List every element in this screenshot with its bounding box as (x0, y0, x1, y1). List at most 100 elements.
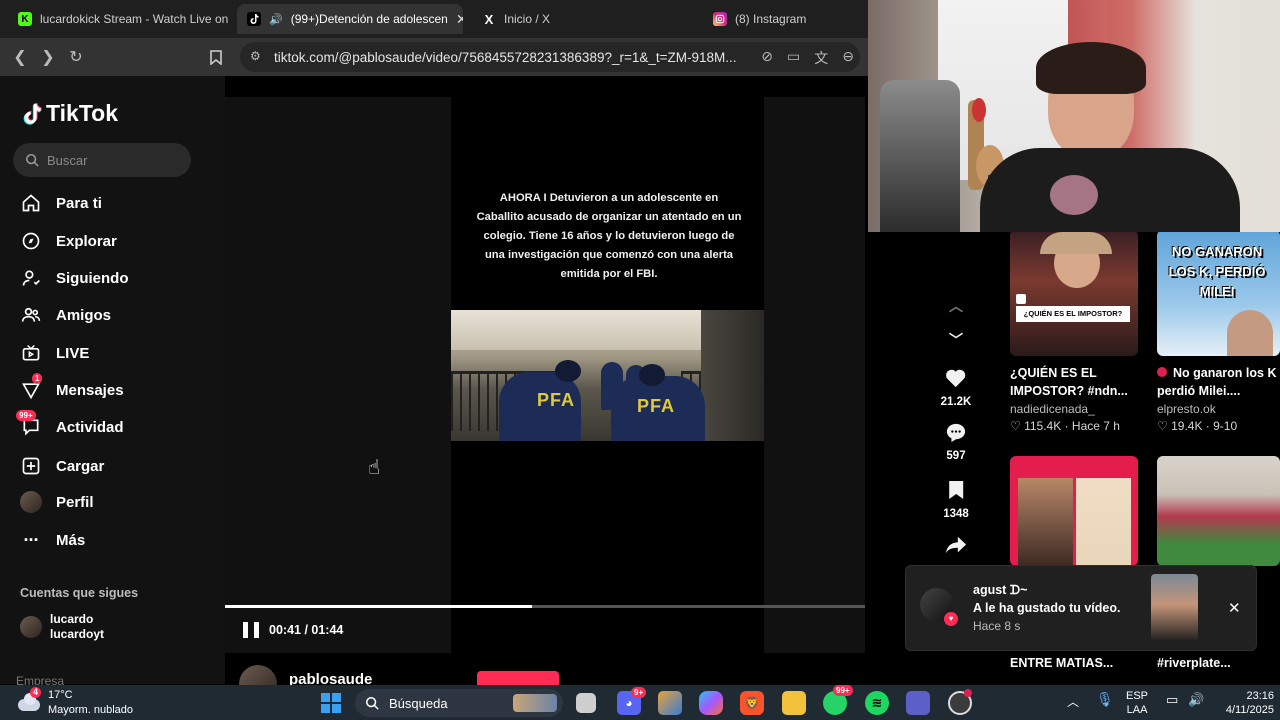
site-settings-icon[interactable]: ⚙ (250, 49, 261, 63)
follow-button[interactable] (477, 671, 559, 685)
search-input[interactable]: Buscar (13, 143, 191, 177)
comment-count: 597 (946, 450, 966, 462)
discord-badge: 9+ (631, 687, 647, 698)
tab-title: lucardokick Stream - Watch Live on K (40, 12, 230, 26)
zoom-icon[interactable]: ⊖ (842, 48, 854, 68)
tab-kick[interactable]: K lucardokick Stream - Watch Live on K (8, 4, 230, 34)
video-player[interactable]: AHORA I Detuvieron a un adolescente en C… (225, 97, 865, 653)
pfa-label: PFA (537, 390, 576, 410)
video-frame[interactable]: AHORA I Detuvieron a un adolescente en C… (451, 97, 764, 653)
back-icon[interactable]: ❮ (6, 43, 34, 71)
share-button[interactable] (945, 535, 967, 561)
weather-widget[interactable]: 17°C Mayorm. nublado (48, 688, 133, 718)
live-dot-icon (1157, 367, 1167, 377)
sidebar-item-label: Perfil (56, 493, 94, 511)
x-icon: X (484, 11, 494, 27)
sidebar-item-para-ti[interactable]: Para ti (20, 188, 102, 218)
taskbar-search[interactable]: Búsqueda (355, 689, 563, 717)
network-icon[interactable]: ▭ (1166, 692, 1178, 708)
sidebar-item-label: Explorar (56, 232, 117, 250)
next-video-button[interactable]: ﹀ (949, 330, 963, 350)
address-bar-icons: ⊘ ▭ 文 ⊖ (761, 48, 854, 68)
tab-x[interactable]: X Inicio / X (472, 4, 702, 34)
thumb-caption: NO GANARON LOS K, PERDIÓ MILEI (1168, 244, 1266, 299)
speaker-icon[interactable]: 🔊 (269, 13, 283, 26)
live-tv-icon (20, 342, 42, 364)
tab-title: Inicio / X (504, 12, 551, 26)
browser-tab-bar: K lucardokick Stream - Watch Live on K 🔊… (0, 0, 868, 38)
avatar (20, 616, 42, 638)
notification-toast[interactable]: ♥ agust ᗪ~ A le ha gustado tu vídeo. Hac… (905, 565, 1257, 651)
volume-icon[interactable]: 🔊 (1188, 692, 1204, 708)
tray-expand-icon[interactable]: ︿ (1067, 693, 1079, 710)
bookmark-icon[interactable] (202, 43, 230, 71)
sidebar-item-live[interactable]: LIVE (20, 338, 89, 368)
player-controls: 00:41 / 01:44 (243, 622, 343, 638)
sidebar-item-label: Amigos (56, 306, 112, 324)
close-tab-icon[interactable]: ✕ (456, 11, 463, 28)
sidebar-item-cargar[interactable]: Cargar (20, 451, 104, 481)
search-icon (365, 696, 379, 710)
install-app-icon[interactable]: ▭ (787, 48, 800, 68)
windows-start-icon[interactable] (319, 691, 343, 715)
instagram-icon (713, 12, 727, 26)
video-title: #riverplate... (1157, 656, 1231, 670)
copilot-icon[interactable] (699, 691, 723, 715)
app-icon[interactable] (658, 691, 682, 715)
pause-button[interactable] (243, 622, 259, 638)
search-icon (25, 153, 39, 167)
discord-icon[interactable]: ◕ 9+ (617, 687, 647, 715)
cast-off-icon[interactable]: ⊘ (761, 48, 773, 68)
recommended-video-card[interactable]: ¿QUIÉN ES EL IMPOSTOR? ¿QUIÉN ES EL IMPO… (1010, 230, 1138, 433)
video-progress-bar[interactable] (225, 605, 865, 608)
video-thumbnail: ¿QUIÉN ES EL IMPOSTOR? (1010, 230, 1138, 356)
tiktok-sidebar: TikTok Buscar Para ti Explorar Siguiendo… (0, 76, 225, 688)
video-time: 00:41 / 01:44 (269, 623, 344, 637)
save-count: 1348 (943, 508, 969, 520)
reload-icon[interactable]: ↻ (62, 43, 90, 71)
clock[interactable]: 23:16 4/11/2025 (1214, 689, 1274, 717)
webcam-overlay (868, 0, 1280, 232)
followed-account[interactable]: lucardo lucardoyt (20, 612, 104, 642)
obs-icon[interactable] (948, 689, 972, 715)
teams-icon[interactable] (906, 691, 930, 715)
translate-icon[interactable]: 文 (814, 48, 828, 68)
tab-tiktok[interactable]: 🔊 (99+)Detención de adolescen ✕ (237, 4, 463, 34)
task-view-icon[interactable] (576, 693, 596, 713)
file-explorer-icon[interactable] (782, 691, 806, 715)
sidebar-item-mensajes[interactable]: 1 Mensajes (20, 373, 124, 405)
video-author: elpresto.ok (1157, 402, 1216, 416)
address-bar[interactable]: ⚙ tiktok.com/@pablosaude/video/756845572… (240, 42, 860, 72)
brave-browser-icon[interactable]: 🦁 (740, 691, 764, 715)
sidebar-item-amigos[interactable]: Amigos (20, 300, 111, 330)
recommended-video-card[interactable]: NO GANARON LOS K, PERDIÓ MILEI No ganaro… (1157, 230, 1280, 433)
clock-date: 4/11/2025 (1225, 704, 1274, 716)
sidebar-item-mas[interactable]: ··· Más (20, 525, 86, 555)
sidebar-item-label: Actividad (56, 418, 124, 436)
close-icon[interactable]: ✕ (1228, 599, 1241, 617)
video-stats: ♡ 115.4K · Hace 7 h (1010, 419, 1120, 433)
video-title: ENTRE MATIAS... (1010, 656, 1114, 670)
previous-video-button[interactable]: ︿ (949, 296, 963, 316)
sidebar-item-perfil[interactable]: Perfil (20, 487, 94, 517)
save-button[interactable]: 1348 (943, 480, 969, 520)
sidebar-item-siguiendo[interactable]: Siguiendo (20, 263, 129, 293)
sidebar-item-explorar[interactable]: Explorar (20, 226, 117, 256)
whatsapp-icon[interactable]: 99+ (823, 685, 853, 715)
weather-icon[interactable]: 4 (16, 687, 42, 715)
search-placeholder: Buscar (47, 152, 88, 168)
microphone-icon[interactable]: 🎙 (1096, 691, 1114, 708)
sidebar-item-actividad[interactable]: 99+ Actividad (16, 410, 124, 442)
browser-toolbar: ❮ ❯ ↻ ⚙ tiktok.com/@pablosaude/video/756… (0, 38, 868, 76)
forward-icon[interactable]: ❯ (34, 43, 62, 71)
language-indicator[interactable]: ESP LAA (1126, 689, 1148, 717)
comment-icon (945, 422, 967, 448)
spotify-icon[interactable]: ≋ (865, 691, 889, 715)
sidebar-item-label: Más (56, 531, 86, 549)
tiktok-logo[interactable]: TikTok (20, 100, 118, 127)
heart-badge-icon: ♥ (944, 612, 958, 626)
inbox-icon: 1 (20, 373, 43, 401)
comment-button[interactable]: 597 (945, 422, 967, 462)
like-button[interactable]: 21.2K (941, 368, 971, 408)
tab-instagram[interactable]: (8) Instagram (703, 4, 868, 34)
